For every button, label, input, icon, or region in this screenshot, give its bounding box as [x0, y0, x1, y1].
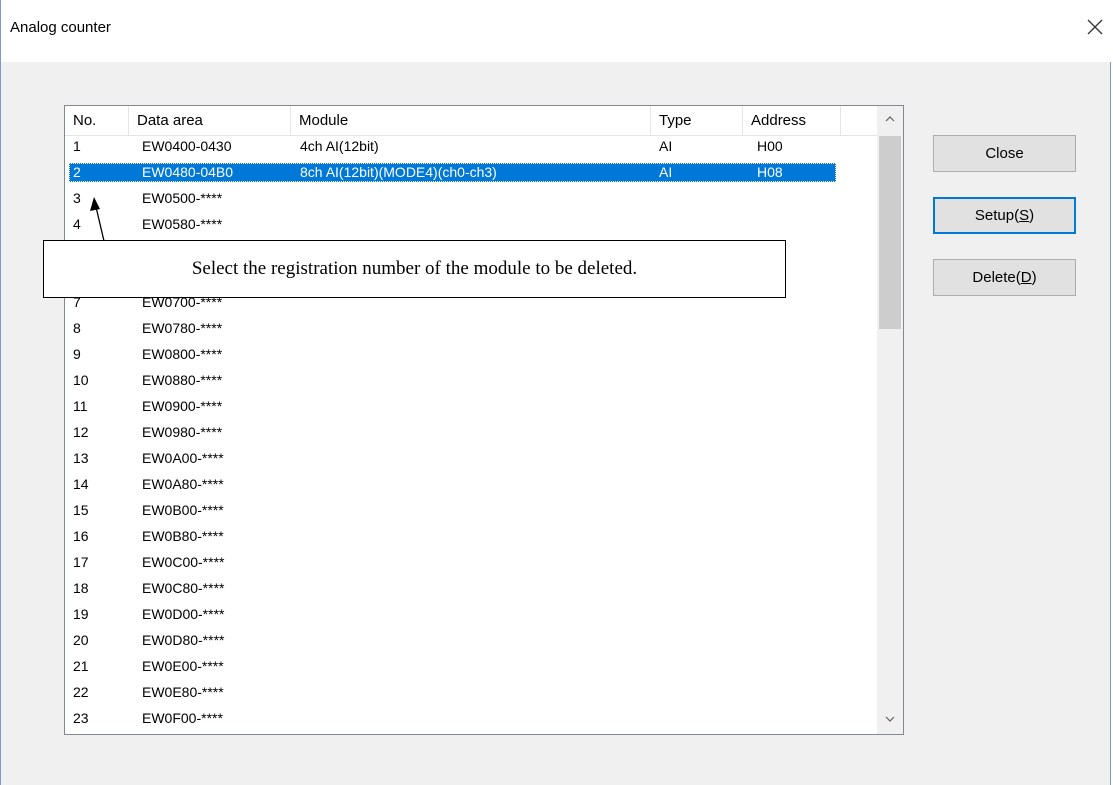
callout-annotation: Select the registration number of the mo…: [43, 240, 786, 298]
callout-arrow: [90, 197, 105, 242]
analog-counter-dialog: Analog counter No. Data area Module Type…: [0, 0, 1112, 785]
